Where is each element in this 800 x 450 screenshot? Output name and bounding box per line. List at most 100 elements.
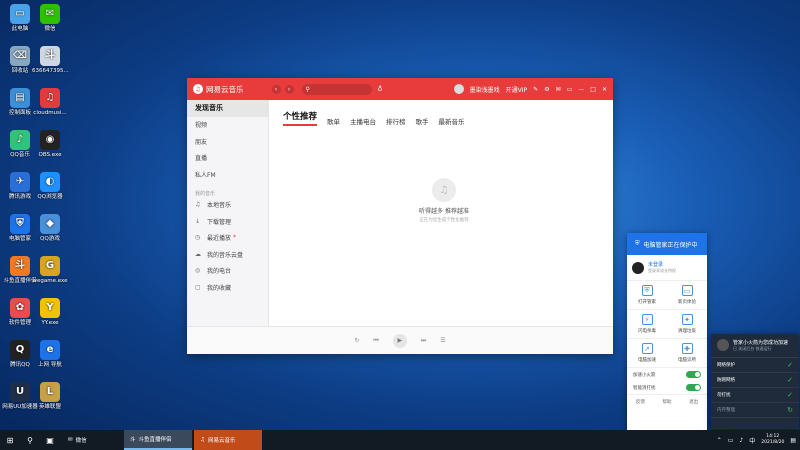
guard-user[interactable]: 未登录 登录享成长特权 [627,255,707,281]
desktop-app-icon: ⌫ [10,46,30,66]
my-music-item[interactable]: ◷ 最近播放 * [187,230,268,247]
desktop-app-icon: ⛨ [10,214,30,234]
settings-icon[interactable]: ⚙ [544,86,549,93]
guard-tool[interactable]: ✚ 电脑诊所 [667,339,707,368]
guard-tool[interactable]: ➚ 电脑加速 [627,339,667,368]
tray-expand-icon[interactable]: ⌃ [717,437,722,444]
desktop-app-icon: G [40,256,60,276]
ime-icon[interactable]: 中 [749,436,755,445]
desktop-icon[interactable]: Gwegame.exe [32,256,68,285]
desktop-icon[interactable]: ✉ 微信 [32,4,68,33]
toggle-switch[interactable] [686,384,701,391]
rocket-row: 勿打扰 ✓ [711,388,799,403]
volume-icon[interactable]: ♪ [739,437,743,444]
rocket-header: 管家小火箭为您成功加速 已 关闭后台 快速运行 [711,334,799,358]
check-icon: ✓ [787,391,793,399]
guard-toggle-label: 智能消打扰 [633,385,656,391]
empty-title: 听得越多 推荐越准 [419,208,469,215]
desktop-icon[interactable]: Y YY.exe [32,298,68,327]
next-icon[interactable]: ⏭ [421,337,426,345]
mic-icon[interactable]: ♁ [378,85,383,93]
taskbar-app[interactable]: 斗斗鱼直播伴侣 [124,430,192,450]
discover-tab[interactable]: 排行榜 [386,116,406,126]
pc-guard-panel: ⛨ 电脑管家正在保护中 未登录 登录享成长特权 ⛨ 打开管家 ▭ 新页体验 ⚡ 闪电杀毒 ✦… [627,233,707,438]
desktop-icon[interactable]: ◉ OBS.exe [32,130,68,159]
prev-icon[interactable]: ⏮ [373,337,378,345]
back-icon[interactable]: ‹ [271,84,281,94]
minimize-icon[interactable]: — [578,86,584,93]
desktop-icon-label: YY.exe [41,320,59,326]
close-icon[interactable]: ✕ [602,86,607,93]
taskview-icon[interactable]: ▣ [40,430,60,450]
desktop-icon-label: 微信 [44,26,56,32]
taskbar-app-label: 斗鱼直播伴侣 [138,437,172,443]
guard-tool-label: 打开管家 [638,300,656,305]
avatar[interactable] [453,84,464,94]
empty-state: ♫ 听得越多 推荐越准 正在为您生成个性化推荐 [409,178,479,223]
guard-tool[interactable]: ⚡ 闪电杀毒 [627,310,667,339]
desktop-app-icon: L [40,382,60,402]
discover-tab[interactable]: 最新音乐 [439,116,465,126]
loop-icon[interactable]: ↻ [354,337,359,344]
sidebar-item[interactable]: 朋友 [187,133,268,150]
mail-icon[interactable]: ✉ [556,86,561,93]
playlist-icon[interactable]: ☰ [440,337,445,344]
desktop-app-icon: 斗 [10,256,30,276]
discover-tab[interactable]: 个性推荐 [283,110,318,126]
my-music-item[interactable]: ↓ 下载管理 [187,213,268,230]
my-music-item[interactable]: ♫ 本地音乐 [187,197,268,214]
desktop-icon[interactable]: ◆ QQ游戏 [32,214,68,243]
desktop-app-icon: ✿ [10,298,30,318]
desktop-icon[interactable]: e 上网 导航 [32,340,68,369]
music-window[interactable]: ♫ 网易云音乐 ‹ › ⚲ ♁ 墨染浅墨戏 开通VIP ✎ ⚙ ✉ ▭ — □ … [187,78,613,354]
desktop-icon[interactable]: ♫ cloudmusi... [32,88,68,117]
discover-tab[interactable]: 歌单 [327,116,340,126]
guard-tools: ⛨ 打开管家 ▭ 新页体验 ⚡ 闪电杀毒 ✦ 清理垃圾 ➚ 电脑加速 ✚ 电脑诊所 [627,281,707,368]
network-icon[interactable]: ▭ [728,437,734,444]
miniplayer-icon[interactable]: ▭ [567,86,573,93]
sidebar-item[interactable]: 视频 [187,117,268,134]
maximize-icon[interactable]: □ [590,86,596,93]
taskbar-app[interactable]: ✉ 微信 [62,430,122,450]
discover-tab[interactable]: 主播电台 [350,116,376,126]
discover-tabs: 个性推荐 歌单 主播电台 排行榜 歌手 最新音乐 [283,110,465,126]
desktop-icon[interactable]: L 英雄联盟 [32,382,68,411]
search-input[interactable]: ⚲ [301,83,372,95]
skin-icon[interactable]: ✎ [533,86,538,93]
rocket-title: 管家小火箭为您成功加速 [733,340,789,346]
guard-footer-link[interactable]: 帮助 [662,399,671,405]
guard-footer-link[interactable]: 退出 [689,399,698,405]
guard-avatar[interactable] [632,261,644,274]
guard-tool[interactable]: ✦ 清理垃圾 [667,310,707,339]
guard-tool[interactable]: ⛨ 打开管家 [627,281,667,310]
guard-footer-link[interactable]: 反馈 [636,399,645,405]
clock[interactable]: 14:12 2021/8/20 [761,434,784,446]
sidebar-item[interactable]: 发现音乐 [187,100,268,117]
taskbar-app-label: 网易云音乐 [207,438,236,444]
desktop-icon[interactable]: ◐ QQ浏览器 [32,172,68,201]
play-button[interactable]: ▶ [392,333,407,348]
toggle-switch[interactable] [686,371,701,378]
forward-icon[interactable]: › [284,84,294,94]
guard-tool[interactable]: ▭ 新页体验 [667,281,707,310]
start-icon[interactable]: ⊞ [0,430,20,450]
play-icon: ▶ [397,337,403,344]
my-music-item-label: 我的收藏 [207,284,232,292]
username[interactable]: 墨染浅墨戏 [470,85,500,94]
notification-icon[interactable]: ▤ [790,437,796,444]
my-music-item[interactable]: ☁ 我的音乐云盘 [187,246,268,263]
discover-tab[interactable]: 歌手 [416,116,429,126]
taskbar-app[interactable]: ♫ 网易云音乐 [194,430,262,450]
desktop-app-icon: ▭ [10,4,30,24]
sidebar-item[interactable]: 私人FM [187,166,268,183]
rocket-subtitle: 已 关闭后台 快速运行 [733,346,772,351]
guard-username[interactable]: 未登录 [648,261,676,268]
sidebar-item[interactable]: 直播 [187,150,268,167]
desktop-icon[interactable]: 斗 636647395... [32,46,69,75]
my-music-item-icon: ♫ [195,201,201,209]
my-music-item[interactable]: ◎ 我的电台 [187,263,268,280]
rocket-row-label: 内存整理 [717,408,735,413]
vip-link[interactable]: 开通VIP [506,85,528,94]
my-music-item[interactable]: ▢ 我的收藏 [187,279,268,296]
search-icon[interactable]: ⚲ [20,430,40,450]
